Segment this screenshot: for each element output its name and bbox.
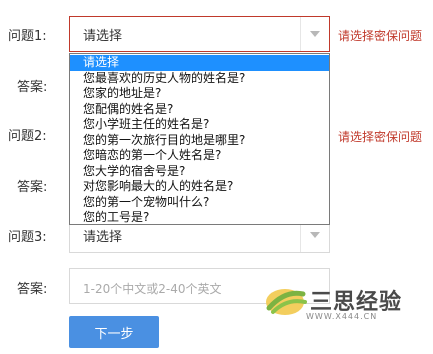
dropdown-option[interactable]: 您家的地址是? (70, 86, 329, 102)
dropdown-option[interactable]: 请选择 (70, 55, 329, 71)
dropdown-option[interactable]: 您小学班主任的姓名是? (70, 117, 329, 133)
answer3-placeholder: 1-20个中文或2-40个英文 (83, 282, 222, 296)
watermark-logo-icon (266, 289, 307, 315)
question3-select-value: 请选择 (83, 230, 123, 245)
dropdown-option[interactable]: 您的第一次旅行目的地是哪里? (70, 133, 329, 149)
answer2-label: 答案: (17, 180, 48, 195)
answer1-label: 答案: (17, 80, 48, 95)
answer3-label: 答案: (17, 282, 48, 297)
question3-label: 问题3: (8, 230, 47, 245)
dropdown-option[interactable]: 您的第一个宠物叫什么? (70, 195, 329, 211)
question2-label: 问题2: (8, 129, 47, 144)
dropdown-option[interactable]: 您暗恋的第一个人姓名是? (70, 148, 329, 164)
question2-error: 请选择密保问题 (338, 130, 423, 144)
question1-select-value: 请选择 (83, 29, 123, 44)
watermark-url: WWW.X444.CN (306, 312, 378, 321)
dropdown-option[interactable]: 您大学的宿舍号是? (70, 164, 329, 180)
question1-select[interactable]: 请选择 (69, 16, 330, 52)
dropdown-option[interactable]: 您配偶的姓名是? (70, 102, 329, 118)
next-step-button[interactable]: 下一步 (69, 316, 159, 348)
chevron-down-icon[interactable] (300, 17, 329, 51)
question1-error: 请选择密保问题 (338, 29, 423, 43)
dropdown-option[interactable]: 您的工号是? (70, 210, 329, 226)
dropdown-option[interactable]: 您最喜欢的历史人物的姓名是? (70, 71, 329, 87)
question1-label: 问题1: (8, 29, 47, 44)
question1-dropdown-list[interactable]: 请选择 您最喜欢的历史人物的姓名是? 您家的地址是? 您配偶的姓名是? 您小学班… (69, 53, 330, 225)
dropdown-option[interactable]: 对您影响最大的人的姓名是? (70, 179, 329, 195)
